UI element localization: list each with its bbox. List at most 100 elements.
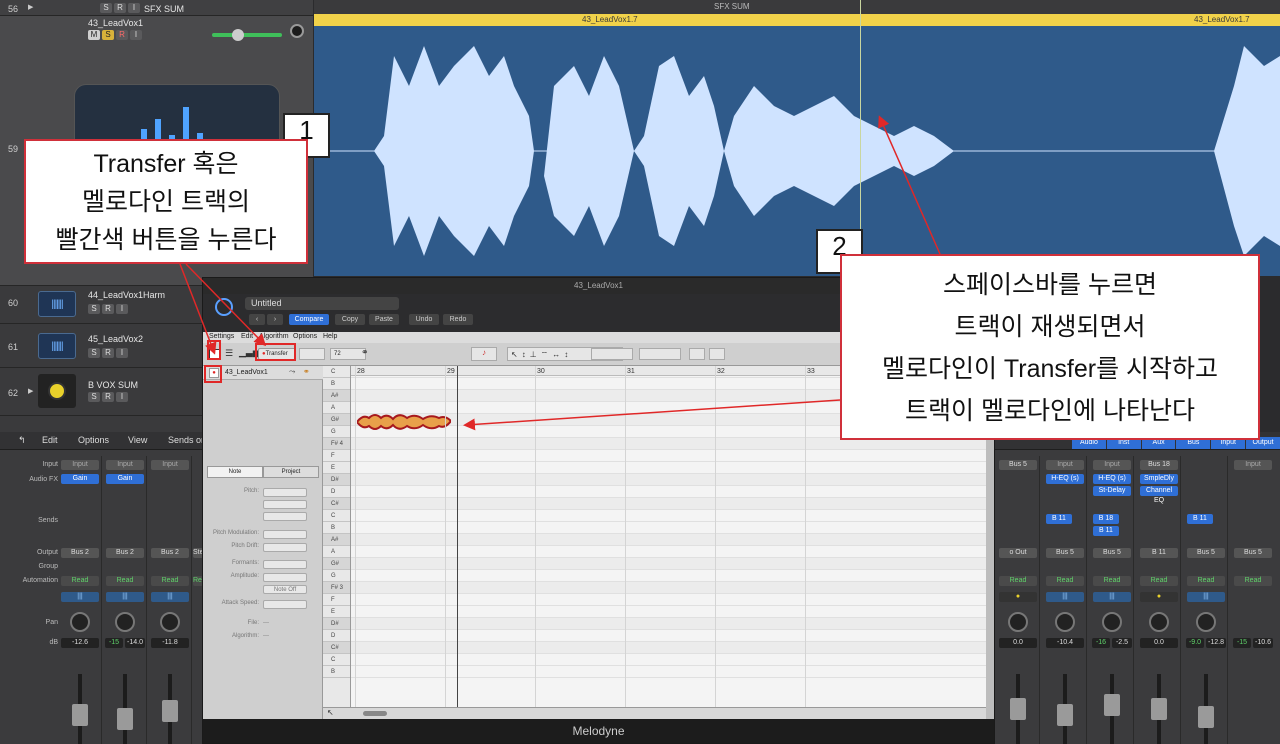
pitch-drift-field[interactable] [263, 543, 307, 552]
record-button[interactable]: R [116, 30, 128, 40]
audio-fx-slot[interactable]: H-EQ (s) [1093, 474, 1131, 484]
volume-fader[interactable] [1057, 674, 1073, 744]
piano-key[interactable]: D [323, 630, 350, 642]
play-triangle-icon[interactable]: ▶ [28, 3, 33, 11]
piano-key[interactable]: D# [323, 618, 350, 630]
piano-key[interactable]: A# [323, 390, 350, 402]
output-slot[interactable]: o Out [999, 548, 1037, 558]
edit-menu[interactable]: Edit [42, 435, 58, 445]
piano-key[interactable]: D# [323, 474, 350, 486]
solo-button[interactable]: S [88, 392, 100, 402]
channel-strip[interactable]: Bus 18 SmpleDly Channel EQ B 11 Read ● 0… [1137, 456, 1181, 744]
pan-knob[interactable] [70, 612, 90, 632]
automation-slot[interactable]: Read [1046, 576, 1084, 586]
tab-project[interactable]: Project [263, 466, 319, 478]
input-slot[interactable]: Bus 5 [999, 460, 1037, 470]
piano-key[interactable]: D [323, 486, 350, 498]
tab-note[interactable]: Note [207, 466, 263, 478]
piano-key[interactable]: G# [323, 414, 350, 426]
output-slot[interactable]: Bus 5 [1093, 548, 1131, 558]
input-slot[interactable]: Input [1093, 460, 1131, 470]
track-name[interactable]: 44_LeadVox1Harm [88, 290, 165, 300]
pitch-field[interactable] [263, 500, 307, 509]
audio-fx-slot[interactable]: St-Delay [1093, 486, 1131, 496]
disclosure-triangle-icon[interactable]: ▶ [28, 387, 33, 395]
pitch-field[interactable] [263, 512, 307, 521]
track-name[interactable]: B VOX SUM [88, 380, 138, 390]
pitch-modulation-field[interactable] [263, 530, 307, 539]
piano-key[interactable]: A [323, 402, 350, 414]
next-preset-icon[interactable]: › [267, 314, 283, 325]
link-icon[interactable]: ⚭ [303, 367, 310, 376]
fader-cap[interactable] [1057, 704, 1073, 726]
output-slot[interactable]: Bus 5 [1046, 548, 1084, 558]
fader-cap[interactable] [117, 708, 133, 730]
input-slot[interactable]: Input [1234, 460, 1272, 470]
volume-fader[interactable] [72, 674, 88, 744]
piano-key[interactable]: G# [323, 558, 350, 570]
automation-slot[interactable]: Read [1234, 576, 1272, 586]
volume-fader[interactable] [1010, 674, 1026, 744]
send-slot[interactable]: B 11 [1187, 514, 1213, 524]
tool-option-field[interactable] [639, 348, 681, 360]
volume-slider-thumb[interactable] [232, 29, 244, 41]
piano-key[interactable]: C# [323, 642, 350, 654]
pan-knob[interactable] [160, 612, 180, 632]
channel-strip[interactable]: Bus 5 o Out Read ● 0.0 [996, 456, 1040, 744]
automation-icon[interactable]: ⤳ [289, 367, 295, 377]
piano-key[interactable]: B [323, 666, 350, 678]
horizontal-scrollbar[interactable]: ↖ [323, 707, 986, 719]
audio-fx-slot[interactable]: Gain [106, 474, 144, 484]
power-icon[interactable] [215, 298, 233, 316]
record-button[interactable]: R [102, 348, 114, 358]
note-blob[interactable] [357, 410, 451, 434]
piano-key[interactable]: B [323, 378, 350, 390]
volume-fader[interactable] [1104, 674, 1120, 744]
output-slot[interactable]: Bus 2 [106, 548, 144, 558]
attack-speed-field[interactable] [263, 600, 307, 609]
input-monitor-button[interactable]: I [116, 392, 128, 402]
record-button[interactable]: R [102, 392, 114, 402]
piano-key[interactable]: B [323, 522, 350, 534]
channel-strip[interactable]: Input Gain Bus 2 Read ||| -12.6 [58, 456, 102, 744]
previous-preset-icon[interactable]: ‹ [249, 314, 265, 325]
view-menu[interactable]: View [128, 435, 147, 445]
piano-key[interactable]: G [323, 570, 350, 582]
scroll-thumb[interactable] [363, 711, 387, 716]
macro-icon[interactable] [689, 348, 705, 360]
volume-fader[interactable] [1198, 674, 1214, 744]
automation-slot[interactable]: Read [1140, 576, 1178, 586]
audio-fx-slot[interactable]: SmpleDly [1140, 474, 1178, 484]
piano-key[interactable]: E [323, 606, 350, 618]
send-slot[interactable]: B 18 [1093, 514, 1119, 524]
audio-fx-slot[interactable]: Channel EQ [1140, 486, 1178, 504]
pan-knob[interactable] [1196, 612, 1216, 632]
fader-cap[interactable] [72, 704, 88, 726]
input-monitor-button[interactable]: I [130, 30, 142, 40]
amplitude-field[interactable] [263, 573, 307, 582]
undo-button[interactable]: Undo [409, 314, 439, 325]
note-off-button[interactable]: Note Off [263, 585, 307, 594]
channel-strip[interactable]: Input H-EQ (s) St-Delay B 18 B 11 Bus 5 … [1090, 456, 1134, 744]
playhead[interactable] [457, 366, 458, 719]
volume-fader[interactable] [1151, 674, 1167, 744]
audio-waveform[interactable] [314, 26, 1280, 276]
solo-button[interactable]: S [100, 3, 112, 13]
solo-button[interactable]: S [88, 304, 100, 314]
input-slot[interactable]: Input [61, 460, 99, 470]
options-menu[interactable]: Options [78, 435, 109, 445]
automation-slot[interactable]: Read [151, 576, 189, 586]
input-monitor-button[interactable]: I [116, 304, 128, 314]
solo-button[interactable]: S [102, 30, 114, 40]
piano-key[interactable]: C [323, 366, 350, 378]
output-slot[interactable]: Bus 5 [1234, 548, 1272, 558]
output-slot[interactable]: Bus 5 [1187, 548, 1225, 558]
pan-knob[interactable] [1055, 612, 1075, 632]
mute-button[interactable]: M [88, 30, 100, 40]
compare-button[interactable]: Compare [289, 314, 329, 325]
automation-slot[interactable]: Read [999, 576, 1037, 586]
piano-key[interactable]: G [323, 426, 350, 438]
audio-region-header[interactable]: 43_LeadVox1.7 43_LeadVox1.7 [314, 14, 1280, 26]
audio-fx-slot[interactable]: H-EQ (s) [1046, 474, 1084, 484]
piano-key[interactable]: C# [323, 498, 350, 510]
